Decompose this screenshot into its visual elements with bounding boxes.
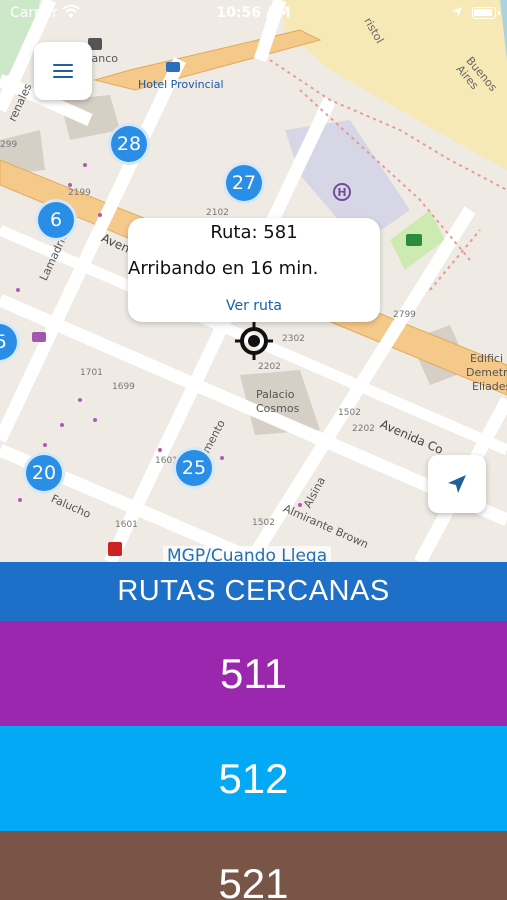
- menu-icon: [53, 64, 73, 78]
- menu-button[interactable]: [34, 42, 92, 100]
- stop-cluster[interactable]: 27: [223, 162, 265, 204]
- map-number: 2799: [393, 310, 416, 320]
- map-label-edificio: Edifici: [470, 352, 504, 365]
- clock: 10:56 AM: [216, 5, 291, 21]
- map-number: 2202: [258, 362, 281, 372]
- map-attribution: MGP/Cuando Llega: [163, 546, 332, 562]
- hotel-icon: [166, 62, 180, 72]
- route-row[interactable]: 512: [0, 726, 507, 831]
- map-number: 2102: [206, 208, 229, 218]
- map-number: 2302: [282, 334, 305, 344]
- navigation-arrow-icon: [448, 475, 466, 493]
- battery-icon: [472, 7, 500, 19]
- map-label-hotel: Hotel Provincial: [138, 78, 224, 91]
- map-number: 1502: [252, 518, 275, 528]
- route-info-popup: Ruta: 581 Arribando en 16 min. Ver ruta: [128, 218, 380, 322]
- shop-icon: [32, 332, 46, 342]
- map-number: 299: [0, 140, 18, 150]
- swimming-icon: [406, 234, 422, 246]
- status-bar: Carrier 10:56 AM: [0, 0, 507, 28]
- pharmacy-icon: [108, 542, 122, 556]
- stop-cluster[interactable]: 20: [23, 452, 65, 494]
- stop-cluster[interactable]: 28: [108, 123, 150, 165]
- my-location-button[interactable]: [428, 455, 486, 513]
- map-number: 1502: [338, 408, 361, 418]
- hospital-icon: H: [333, 183, 351, 201]
- map-label-palacio: Palacio: [256, 388, 295, 401]
- route-row[interactable]: 521: [0, 831, 507, 900]
- map-number: 1701: [80, 368, 103, 378]
- map-number: 2202: [352, 424, 375, 434]
- location-arrow-icon: [452, 7, 462, 17]
- stop-cluster[interactable]: 25: [173, 447, 215, 489]
- nearby-routes-header: RUTAS CERCANAS: [0, 562, 507, 621]
- route-row[interactable]: 511: [0, 621, 507, 726]
- map-label-cosmos: Cosmos: [256, 402, 300, 415]
- map-label-demetrio: Demetri: [466, 366, 507, 379]
- map-number: 1601: [115, 520, 138, 530]
- view-route-link[interactable]: Ver ruta: [128, 298, 380, 314]
- popup-arrival-label: Arribando en 16 min.: [128, 258, 319, 279]
- map-number: 2199: [68, 188, 91, 198]
- crosshair-target-icon[interactable]: [235, 322, 273, 360]
- map-label-eliades: Eliades: [472, 380, 507, 393]
- map-number: 1699: [112, 382, 135, 392]
- popup-route-label: Ruta: 581: [210, 222, 298, 243]
- stop-cluster[interactable]: 6: [35, 199, 77, 241]
